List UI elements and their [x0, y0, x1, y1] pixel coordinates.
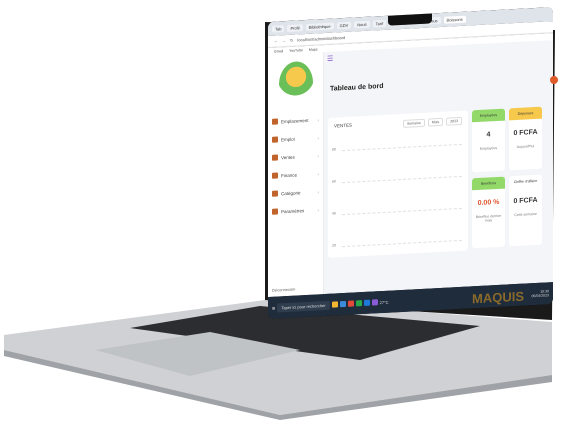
grid-line	[342, 175, 462, 184]
kpi-value: 0 FCFA	[513, 196, 538, 206]
browser-tab[interactable]: Profil	[287, 23, 303, 32]
chevron-right-icon: ›	[317, 188, 319, 194]
chrome-icon[interactable]	[347, 300, 354, 307]
y-tick-label: 80	[332, 147, 336, 152]
chart-label: VENTES	[334, 122, 353, 129]
clock-date: 05/04/2023	[531, 293, 549, 299]
back-icon[interactable]: ←	[274, 38, 278, 43]
browser-tab-active[interactable]: Boissons	[443, 15, 466, 24]
sidebar-item[interactable]: Paramètres ›	[268, 200, 323, 221]
logout-link[interactable]: Déconnexion	[272, 287, 295, 293]
category-icon	[272, 190, 278, 197]
notification-badge	[550, 76, 558, 84]
sidebar-item-label: Ventes	[281, 154, 295, 160]
sidebar-item-label: Finance	[281, 171, 298, 178]
browser-tab[interactable]: Tab	[272, 24, 285, 33]
vscode-icon[interactable]	[363, 299, 370, 306]
location-icon	[272, 118, 278, 125]
excel-icon[interactable]	[355, 300, 362, 307]
maquis-watermark: MAQUIS	[472, 288, 524, 307]
kpi-sub: Cette semaine	[514, 211, 537, 218]
sales-icon	[272, 154, 278, 161]
url-text[interactable]: localhost/admin/dashboard	[297, 35, 345, 43]
main-content: ☰ Tableau de bord VENTES Semaine Mois 20…	[324, 40, 553, 294]
kpi-card-employees: Employées 4 Employées	[472, 108, 505, 173]
browser-tab[interactable]: Tarif	[372, 19, 387, 28]
year-select[interactable]: 2023	[446, 116, 462, 126]
page-title: Tableau de bord	[330, 82, 384, 93]
y-tick-label: 40	[332, 211, 336, 216]
sidebar-item-label: Paramètres	[281, 207, 305, 214]
app-icon[interactable]	[371, 299, 378, 306]
month-select[interactable]: Mois	[427, 117, 444, 127]
briefcase-icon	[272, 136, 278, 143]
kpi-card-expenses: Dépenses 0 FCFA Aujourd'hui	[509, 106, 542, 171]
kpi-head: Chiffre d'affaire	[509, 174, 542, 189]
browser-tab[interactable]: Bibliothèque	[305, 22, 334, 31]
bookmark[interactable]: Gmail	[274, 49, 283, 53]
y-tick-label: 20	[332, 243, 336, 248]
bookmark[interactable]: Maps	[309, 47, 318, 51]
menu-icon[interactable]: ☰	[327, 55, 333, 63]
kpi-sub: Bénéfice dernier mois	[475, 213, 502, 223]
sidebar-item-label: Emplacement	[281, 117, 309, 124]
kpi-value: 0 FCFA	[513, 128, 538, 138]
grid-line	[342, 143, 462, 152]
edge-icon[interactable]	[339, 300, 346, 308]
kpi-sub: Employées	[479, 145, 498, 151]
period-select[interactable]: Semaine	[402, 118, 425, 128]
taskbar-search[interactable]: Taper ici pour rechercher	[277, 300, 330, 313]
kpi-head: Bénéfices	[472, 176, 505, 191]
reload-icon[interactable]: ↻	[290, 38, 293, 43]
file-explorer-icon[interactable]	[331, 301, 338, 308]
sales-chart-card: VENTES Semaine Mois 2023 80 60 40 20	[328, 110, 468, 258]
grid-line	[342, 239, 462, 248]
kpi-head: Dépenses	[509, 106, 542, 121]
brand-logo	[278, 60, 313, 107]
sidebar-item-label: Emploi	[281, 136, 295, 142]
finance-icon	[272, 172, 278, 179]
grid-line	[342, 207, 462, 216]
chevron-right-icon: ›	[317, 116, 319, 122]
sidebar-item-label: Catégorie	[281, 189, 301, 196]
kpi-value: 0.00 %	[477, 198, 500, 208]
dashboard-app: Emplacement › Emploi › Ventes › Finance …	[268, 40, 553, 298]
chevron-right-icon: ›	[317, 134, 319, 140]
gear-icon	[272, 208, 278, 215]
bookmark[interactable]: YouTube	[289, 48, 303, 53]
taskbar-clock[interactable]: 10:30 05/04/2023	[531, 289, 549, 298]
windows-start-icon[interactable]: ⊞	[272, 305, 275, 310]
kpi-sub: Aujourd'hui	[516, 144, 535, 149]
chart-filters: Semaine Mois 2023	[402, 116, 462, 128]
forward-icon[interactable]: →	[282, 38, 286, 43]
laptop-frame: Tab Profil Bibliothèque GDV Nous Tarif C…	[0, 0, 588, 424]
weather-text: 27°C	[379, 299, 389, 305]
y-tick-label: 60	[332, 179, 336, 184]
chevron-right-icon: ›	[317, 152, 319, 158]
kpi-head: Employées	[472, 108, 505, 123]
kpi-card-revenue: Chiffre d'affaire 0 FCFA Cette semaine	[509, 174, 542, 247]
chevron-right-icon: ›	[317, 170, 319, 176]
kpi-value: 4	[486, 131, 491, 139]
browser-tab[interactable]: GDV	[336, 21, 352, 29]
kpi-card-profit: Bénéfices 0.00 % Bénéfice dernier mois	[472, 176, 505, 249]
browser-tab[interactable]: Nous	[354, 20, 370, 28]
screen: Tab Profil Bibliothèque GDV Nous Tarif C…	[268, 7, 553, 320]
chevron-right-icon: ›	[317, 206, 319, 212]
sidebar: Emplacement › Emploi › Ventes › Finance …	[268, 52, 324, 298]
